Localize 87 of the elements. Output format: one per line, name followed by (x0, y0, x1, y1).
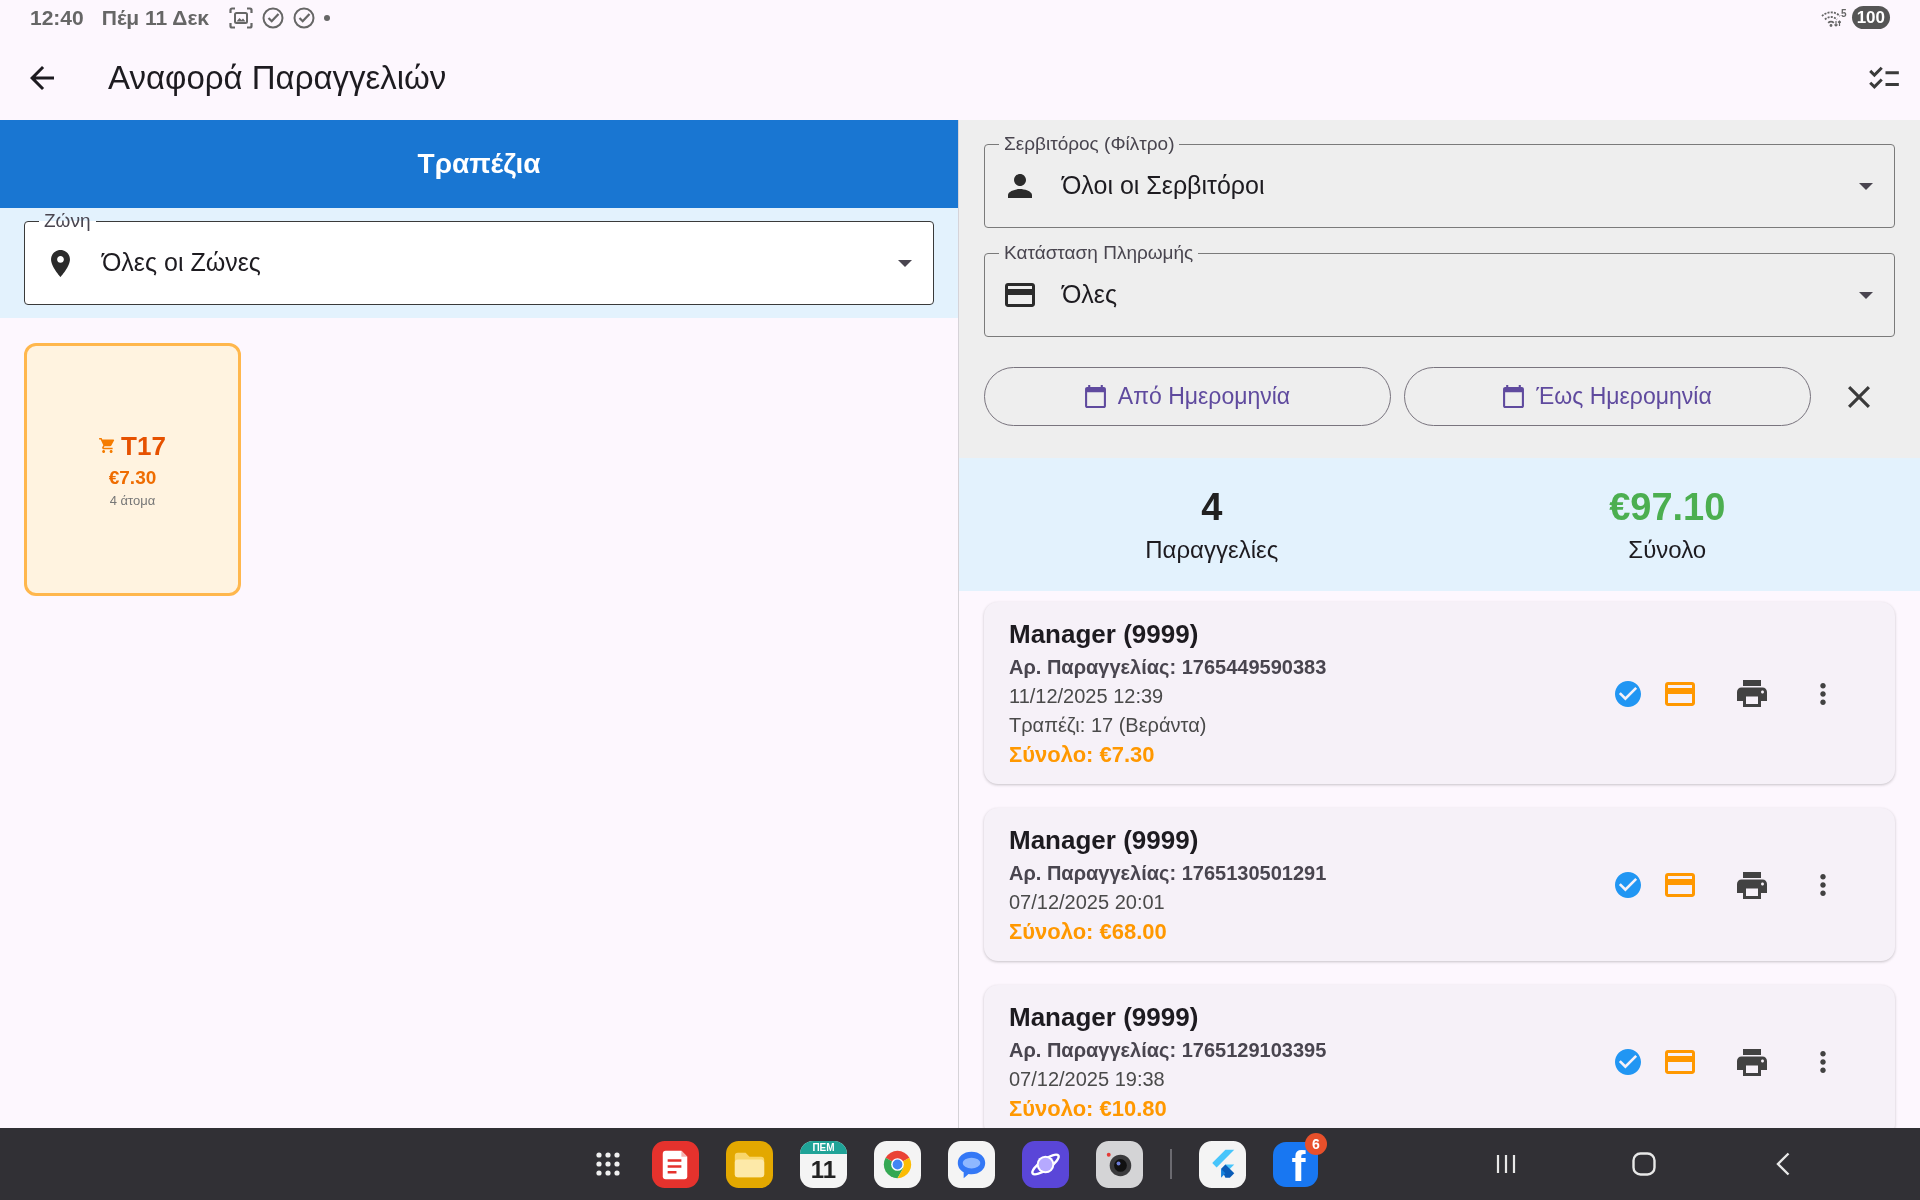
checklist-button[interactable] (1869, 66, 1899, 89)
tricolor-circle-app-icon[interactable] (874, 1140, 921, 1188)
order-count-label: Παραγγελίες (1145, 536, 1279, 564)
order-total: Σύνολο: €7.30 (1009, 741, 1155, 769)
location-pin-icon (50, 249, 70, 277)
print-button[interactable] (1737, 1048, 1767, 1076)
person-icon (1008, 174, 1032, 198)
field-label: Ζώνη (39, 210, 96, 232)
notes-app-icon[interactable] (652, 1140, 699, 1188)
app-logo-letter: f (1291, 1146, 1306, 1187)
more-vert-icon (1820, 874, 1826, 896)
back-chevron-icon[interactable] (1776, 1152, 1790, 1176)
calendar-weekday: ΠΕΜ (800, 1140, 847, 1154)
order-number: Αρ. Παραγγελίας: 1765449590383 (1009, 655, 1327, 680)
clear-dates-button[interactable] (1848, 385, 1870, 408)
waiter-name: Manager (9999) (1009, 1001, 1199, 1034)
check-circle-icon (293, 6, 316, 29)
waiter-name: Manager (9999) (1009, 618, 1199, 651)
dropdown-arrow-icon (1859, 291, 1873, 299)
order-datetime: 07/12/2025 19:38 (1009, 1067, 1165, 1092)
status-time: 12:40 (30, 5, 84, 30)
recent-apps-icon[interactable] (1495, 1153, 1517, 1175)
waiter-dropdown[interactable]: Σερβιτόρος (Φίλτρο) Όλοι οι Σερβιτόροι (984, 133, 1895, 228)
credit-card-icon (1665, 1050, 1695, 1074)
cart-icon (99, 438, 116, 453)
back-arrow-icon (30, 65, 54, 90)
wifi-icon (1821, 8, 1842, 27)
total-amount-label: Σύνολο (1628, 536, 1707, 564)
table-name: T17 (121, 429, 166, 462)
checklist-icon (1869, 66, 1899, 89)
calendar-icon (1503, 385, 1525, 408)
order-card[interactable]: Manager (9999) Αρ. Παραγγελίας: 1765130501291 07/12/2025 20:01 Σύνολο: €68.00 (984, 808, 1895, 961)
print-button[interactable] (1737, 680, 1767, 707)
print-button[interactable] (1737, 871, 1767, 899)
more-vert-icon (1820, 1051, 1826, 1073)
folder-app-icon[interactable] (726, 1140, 773, 1188)
field-label: Κατάσταση Πληρωμής (999, 242, 1199, 264)
waiter-name: Manager (9999) (1009, 824, 1199, 857)
close-icon (1848, 385, 1870, 408)
more-options-button[interactable] (1820, 874, 1826, 896)
tables-header: Τραπέζια (0, 120, 958, 208)
order-total: Σύνολο: €68.00 (1009, 918, 1167, 946)
more-options-button[interactable] (1820, 1051, 1826, 1073)
back-button[interactable] (30, 65, 54, 90)
app-grid-icon[interactable] (596, 1152, 620, 1176)
more-vert-icon (1820, 682, 1826, 705)
field-label: Σερβιτόρος (Φίλτρο) (999, 133, 1180, 155)
battery-level: 100 (1851, 6, 1890, 29)
table-amount: €7.30 (108, 465, 157, 490)
credit-card-icon (1005, 283, 1035, 307)
calendar-app-icon[interactable]: ΠΕΜ 11 (800, 1140, 847, 1188)
dropdown-arrow-icon (1859, 182, 1873, 190)
notification-badge: 6 (1305, 1132, 1327, 1155)
credit-card-icon (1665, 681, 1695, 706)
payment-status-dropdown[interactable]: Κατάσταση Πληρωμής Όλες (984, 242, 1895, 337)
order-table: Τραπέζι: 17 (Βεράντα) (1009, 711, 1207, 740)
order-datetime: 11/12/2025 12:39 (1009, 684, 1164, 709)
page-title: Αναφορά Παραγγελιών (108, 57, 447, 98)
printer-icon (1737, 871, 1767, 899)
chevron-logo-app-icon[interactable] (1199, 1140, 1246, 1188)
calendar-icon (1084, 385, 1106, 408)
table-guests: 4 άτομα (109, 491, 156, 510)
status-date: Πέμ 11 Δεκ (101, 5, 210, 30)
chat-bubble-app-icon[interactable] (948, 1140, 995, 1188)
dropdown-arrow-icon (898, 259, 912, 267)
home-icon[interactable] (1632, 1152, 1656, 1176)
calendar-day: 11 (810, 1153, 837, 1186)
printer-icon (1737, 1048, 1767, 1076)
total-amount: €97.10 (1609, 485, 1726, 529)
order-number: Αρ. Παραγγελίας: 1765129103395 (1009, 1038, 1327, 1063)
check-circle-icon (262, 6, 285, 29)
order-card[interactable]: Manager (9999) Αρ. Παραγγελίας: 1765449590383 11/12/2025 12:39 Τραπέζι: 17 (Βεράντα) Σύνολο: €7.30 (984, 602, 1895, 784)
table-tile[interactable]: T17 €7.30 4 άτομα (24, 343, 241, 596)
order-card[interactable]: Manager (9999) Αρ. Παραγγελίας: 1765129103395 07/12/2025 19:38 Σύνολο: €10.80 (984, 985, 1895, 1128)
zone-dropdown[interactable]: Ζώνη Όλες οι Ζώνες (24, 210, 934, 305)
network-label: 5 (1841, 8, 1847, 19)
screenshot-icon (229, 6, 254, 29)
dot-icon (324, 14, 331, 21)
order-total: Σύνολο: €10.80 (1009, 1095, 1167, 1123)
order-datetime: 07/12/2025 20:01 (1009, 890, 1165, 915)
order-count: 4 (1201, 485, 1223, 529)
more-options-button[interactable] (1820, 682, 1826, 705)
printer-icon (1737, 680, 1767, 707)
camera-app-icon[interactable] (1096, 1140, 1143, 1188)
credit-card-icon (1665, 873, 1695, 897)
order-number: Αρ. Παραγγελίας: 1765130501291 (1009, 861, 1327, 886)
planet-app-icon[interactable] (1022, 1140, 1069, 1188)
